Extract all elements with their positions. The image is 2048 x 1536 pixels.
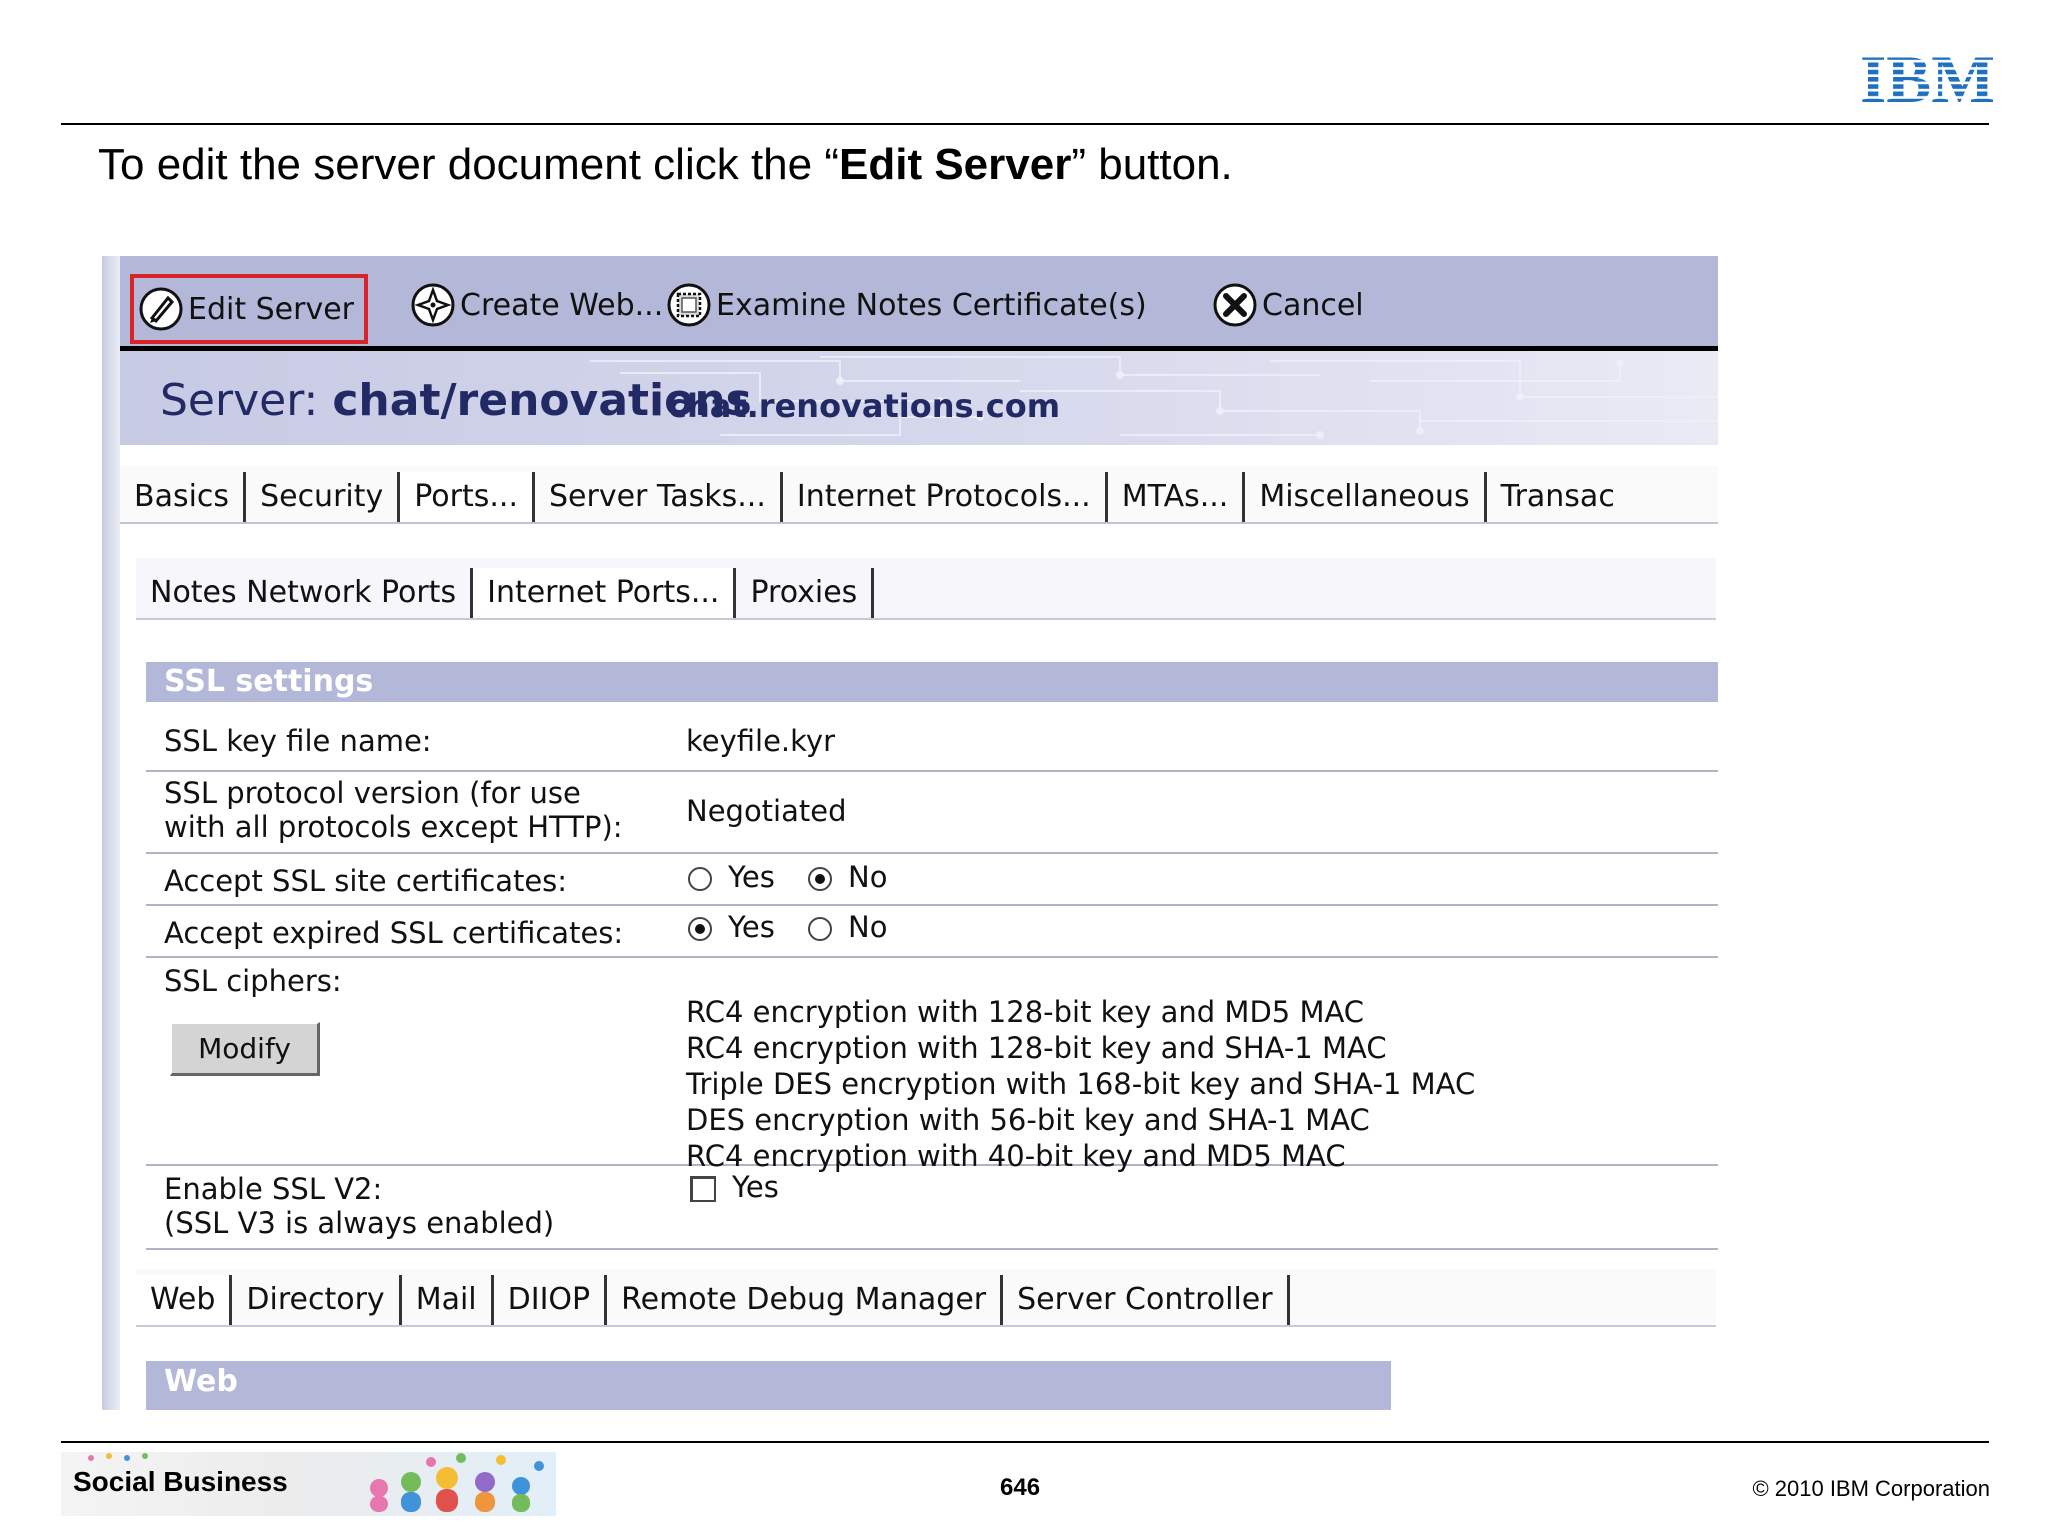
- action-bar: Edit Server Create Web... Examine Notes …: [120, 256, 1718, 351]
- web-section-header: Web: [146, 1361, 1391, 1410]
- footer-rule: [61, 1441, 1989, 1443]
- enable-ssl-v2-option: Yes: [686, 1170, 779, 1204]
- footer-brand-label: Social Business: [73, 1466, 288, 1497]
- page-number: 646: [1000, 1474, 1041, 1501]
- ssl-key-file-label: SSL key file name:: [164, 724, 432, 758]
- ssl-protocol-label: SSL protocol version (for use with all pr…: [164, 776, 623, 844]
- accept-site-certs-row: Accept SSL site certificates: Yes No: [146, 854, 1718, 906]
- ssl-settings-table: SSL key file name: keyfile.kyr SSL proto…: [146, 712, 1718, 1250]
- svg-text:IBM: IBM: [1860, 48, 1995, 106]
- tab-miscellaneous[interactable]: Miscellaneous: [1245, 472, 1487, 522]
- accept-site-certs-options: Yes No: [686, 860, 887, 894]
- enable-ssl-v2-label: Enable SSL V2: (SSL V3 is always enabled): [164, 1172, 555, 1240]
- accept-expired-certs-label: Accept expired SSL certificates:: [164, 916, 624, 950]
- header-rule: [61, 123, 1989, 125]
- accept-site-no-radio[interactable]: [808, 867, 833, 891]
- protocol-tab-bar: Web Directory Mail DIIOP Remote Debug Ma…: [136, 1269, 1716, 1327]
- server-document-screenshot: Edit Server Create Web... Examine Notes …: [102, 256, 1718, 1410]
- instruction-text: To edit the server document click the “E…: [98, 140, 1233, 189]
- compass-icon: [411, 283, 455, 327]
- tab-server-controller[interactable]: Server Controller: [1003, 1275, 1290, 1325]
- accept-expired-certs-row: Accept expired SSL certificates: Yes No: [146, 906, 1718, 958]
- main-tab-bar: Basics Security Ports... Server Tasks...…: [120, 466, 1718, 524]
- ssl-ciphers-row: SSL ciphers: Modify RC4 encryption with …: [146, 958, 1718, 1173]
- ssl-cipher-list: RC4 encryption with 128-bit key and MD5 …: [686, 994, 1475, 1174]
- copyright-notice: © 2010 IBM Corporation: [1752, 1476, 1990, 1501]
- tab-proxies[interactable]: Proxies: [736, 568, 875, 618]
- accept-expired-certs-options: Yes No: [686, 910, 887, 944]
- tab-web[interactable]: Web: [136, 1275, 233, 1325]
- ports-tab-bar: Notes Network Ports Internet Ports... Pr…: [136, 558, 1716, 620]
- window-edge: [102, 256, 120, 1410]
- tab-internet-ports[interactable]: Internet Ports...: [473, 568, 737, 618]
- tab-ports[interactable]: Ports...: [400, 472, 535, 522]
- certificate-icon: [667, 283, 711, 327]
- list-item: DES encryption with 56-bit key and SHA-1…: [686, 1103, 1370, 1137]
- server-title: Server: chat/renovations: [160, 375, 752, 426]
- tab-internet-protocols[interactable]: Internet Protocols...: [783, 472, 1108, 522]
- ssl-key-file-value[interactable]: keyfile.kyr: [686, 724, 835, 758]
- pencil-icon: [139, 287, 183, 331]
- tab-mtas[interactable]: MTAs...: [1108, 472, 1246, 522]
- ibm-logo: IBM: [1860, 48, 1995, 106]
- accept-site-certs-label: Accept SSL site certificates:: [164, 864, 568, 898]
- social-business-banner: Social Business: [61, 1452, 556, 1516]
- close-icon: [1213, 283, 1257, 327]
- tab-basics[interactable]: Basics: [120, 472, 247, 522]
- tab-directory[interactable]: Directory: [232, 1275, 402, 1325]
- tab-server-tasks[interactable]: Server Tasks...: [535, 472, 783, 522]
- ssl-protocol-value[interactable]: Negotiated: [686, 794, 847, 828]
- cancel-button[interactable]: Cancel: [1212, 282, 1364, 328]
- tab-mail[interactable]: Mail: [402, 1275, 494, 1325]
- ssl-section-header: SSL settings: [146, 662, 1718, 702]
- tab-notes-network-ports[interactable]: Notes Network Ports: [136, 568, 474, 618]
- instruction-highlight: Edit Server: [839, 140, 1072, 189]
- edit-server-button[interactable]: Edit Server: [130, 274, 369, 344]
- modify-ciphers-button[interactable]: Modify: [170, 1022, 320, 1076]
- tab-security[interactable]: Security: [246, 472, 401, 522]
- list-item: RC4 encryption with 128-bit key and MD5 …: [686, 995, 1365, 1029]
- ssl-protocol-row: SSL protocol version (for use with all pr…: [146, 772, 1718, 854]
- ssl-key-file-row: SSL key file name: keyfile.kyr: [146, 712, 1718, 772]
- list-item: RC4 encryption with 128-bit key and SHA-…: [686, 1031, 1387, 1065]
- list-item: Triple DES encryption with 168-bit key a…: [686, 1067, 1476, 1101]
- tab-remote-debug-manager[interactable]: Remote Debug Manager: [607, 1275, 1004, 1325]
- accept-site-yes-radio[interactable]: [688, 867, 712, 891]
- server-hostname: chat.renovations.com: [668, 387, 1061, 425]
- create-web-button[interactable]: Create Web...: [410, 282, 663, 328]
- tab-diiop[interactable]: DIIOP: [494, 1275, 608, 1325]
- accept-expired-no-radio[interactable]: [808, 917, 833, 941]
- ssl-ciphers-label: SSL ciphers:: [164, 964, 342, 998]
- tab-transactional[interactable]: Transac: [1487, 472, 1629, 522]
- enable-ssl-v2-checkbox[interactable]: [690, 1176, 716, 1202]
- server-banner: Server: chat/renovations chat.renovation…: [120, 351, 1718, 445]
- accept-expired-yes-radio[interactable]: [688, 917, 712, 941]
- examine-certificates-button[interactable]: Examine Notes Certificate(s): [666, 282, 1147, 328]
- enable-ssl-v2-row: Enable SSL V2: (SSL V3 is always enabled)…: [146, 1166, 1718, 1250]
